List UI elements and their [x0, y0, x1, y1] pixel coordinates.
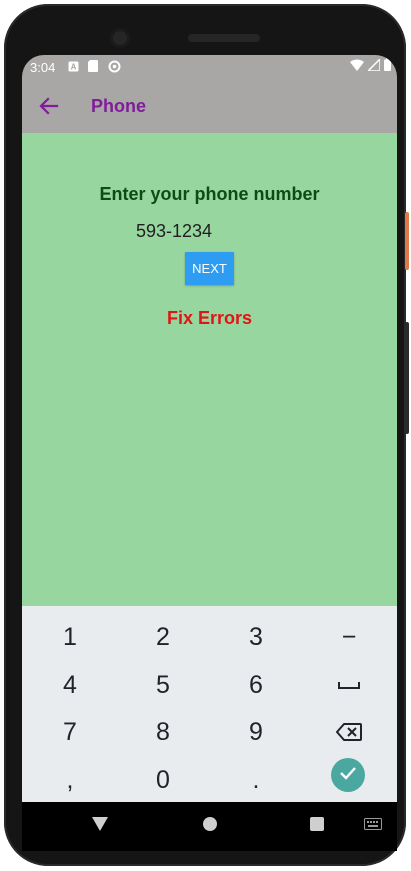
status-bar: 3:04 A — [22, 55, 397, 79]
circle-home-icon — [202, 816, 218, 837]
key-9[interactable]: 9 — [211, 710, 301, 754]
key-1[interactable]: 1 — [25, 615, 115, 659]
status-time: 3:04 — [30, 60, 56, 75]
triangle-back-icon — [91, 816, 109, 837]
back-arrow-icon[interactable] — [38, 95, 60, 117]
key-backspace[interactable] — [304, 710, 394, 754]
signal-icon — [366, 56, 381, 74]
keyboard-icon — [364, 817, 382, 835]
space-bar-icon — [338, 680, 360, 690]
sd-card-icon — [88, 60, 100, 72]
key-6[interactable]: 6 — [211, 663, 301, 707]
svg-text:A: A — [71, 63, 77, 72]
key-space[interactable] — [304, 663, 394, 707]
phone-number-input[interactable] — [136, 220, 276, 242]
sync-icon — [108, 60, 121, 73]
next-button[interactable]: NEXT — [185, 252, 234, 285]
checkmark-icon — [339, 766, 357, 785]
volume-button — [405, 322, 409, 434]
app-bar: 3:04 A Phone — [22, 55, 397, 133]
nav-home-button[interactable] — [198, 814, 222, 838]
key-7[interactable]: 7 — [25, 710, 115, 754]
screen: 3:04 A Phone Enter your phone number 593… — [22, 55, 397, 851]
key-period[interactable]: . — [211, 758, 301, 802]
error-message: Fix Errors — [166, 308, 253, 328]
page-title: Phone — [91, 96, 147, 116]
key-0[interactable]: 0 — [118, 758, 208, 802]
key-2[interactable]: 2 — [118, 615, 208, 659]
phone-device-frame: 3:04 A Phone Enter your phone number 593… — [4, 4, 409, 866]
backspace-icon — [336, 723, 362, 741]
main-content: Enter your phone number NEXT Fix Errors — [22, 133, 397, 606]
key-4[interactable]: 4 — [25, 663, 115, 707]
power-button — [405, 212, 409, 270]
wifi-icon — [350, 59, 364, 74]
battery-icon — [384, 58, 391, 74]
key-3[interactable]: 3 — [211, 615, 301, 659]
earpiece-speaker — [188, 34, 260, 42]
key-minus[interactable]: − — [304, 615, 394, 659]
key-8[interactable]: 8 — [118, 710, 208, 754]
key-comma[interactable]: , — [25, 758, 115, 802]
system-nav-bar — [22, 802, 397, 851]
phone-prompt-label: Enter your phone number — [99, 184, 320, 204]
key-5[interactable]: 5 — [118, 663, 208, 707]
notification-a-icon: A — [68, 60, 80, 72]
status-right-icons — [350, 56, 391, 74]
numeric-keyboard: 1 2 3 − 4 5 6 7 8 9 , 0 . — [22, 606, 397, 802]
nav-keyboard-button[interactable] — [361, 814, 385, 838]
nav-back-button[interactable] — [88, 814, 112, 838]
front-camera — [110, 28, 130, 48]
square-recents-icon — [310, 816, 324, 836]
done-button[interactable] — [331, 758, 365, 792]
nav-recents-button[interactable] — [305, 814, 329, 838]
